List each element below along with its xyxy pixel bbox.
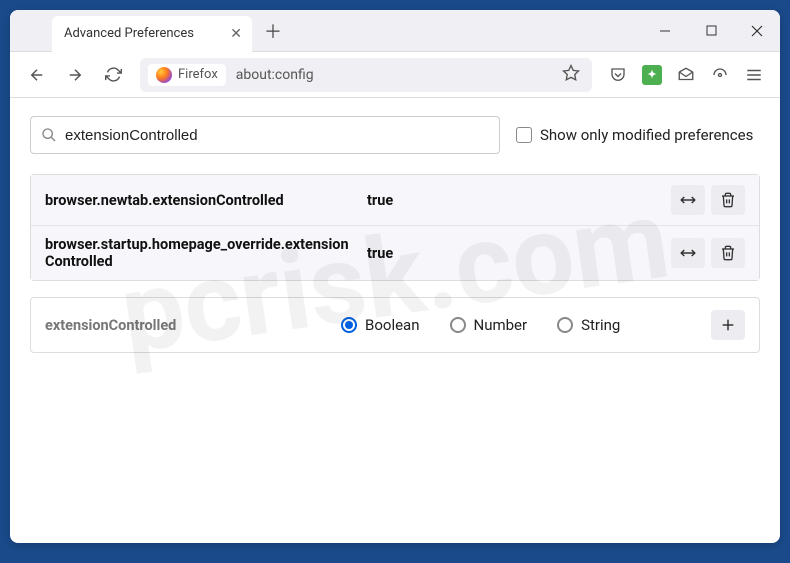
- radio-icon: [557, 317, 573, 333]
- window-controls: [642, 10, 780, 52]
- pref-search-box[interactable]: [30, 116, 500, 154]
- toolbar-icons: ✦: [602, 59, 770, 91]
- minimize-button[interactable]: [642, 10, 688, 52]
- toggle-icon: [679, 244, 697, 262]
- about-config-content: Show only modified preferences browser.n…: [10, 98, 780, 371]
- delete-button[interactable]: [711, 185, 745, 215]
- pref-name: browser.newtab.extensionControlled: [45, 192, 355, 209]
- pref-actions: [671, 185, 745, 215]
- bookmark-star-icon[interactable]: [558, 60, 584, 90]
- pref-row: browser.startup.homepage_override.extens…: [31, 226, 759, 280]
- toggle-button[interactable]: [671, 238, 705, 268]
- extension-icon[interactable]: ✦: [636, 59, 668, 91]
- radio-icon: [450, 317, 466, 333]
- forward-button[interactable]: [58, 58, 92, 92]
- titlebar: Advanced Preferences ✕ ＋: [10, 10, 780, 52]
- close-window-button[interactable]: [734, 10, 780, 52]
- tab-title: Advanced Preferences: [64, 26, 194, 41]
- checkbox-icon: [516, 127, 532, 143]
- radio-number[interactable]: Number: [450, 316, 528, 334]
- pref-search-input[interactable]: [65, 127, 489, 144]
- shield-icon[interactable]: [704, 59, 736, 91]
- show-modified-label: Show only modified preferences: [540, 126, 753, 144]
- type-radio-group: Boolean Number String: [341, 316, 695, 334]
- url-text: about:config: [236, 67, 558, 83]
- delete-button[interactable]: [711, 238, 745, 268]
- back-button[interactable]: [20, 58, 54, 92]
- pocket-icon[interactable]: [602, 59, 634, 91]
- maximize-button[interactable]: [688, 10, 734, 52]
- close-tab-icon[interactable]: ✕: [230, 26, 242, 42]
- add-pref-name: extensionControlled: [45, 317, 325, 334]
- firefox-logo-icon: [156, 67, 172, 83]
- pref-list: browser.newtab.extensionControlled true …: [30, 174, 760, 281]
- radio-boolean[interactable]: Boolean: [341, 316, 420, 334]
- add-pref-row: extensionControlled Boolean Number Strin…: [31, 298, 759, 352]
- inbox-icon[interactable]: [670, 59, 702, 91]
- pref-actions: [671, 238, 745, 268]
- menu-icon[interactable]: [738, 59, 770, 91]
- search-row: Show only modified preferences: [30, 116, 760, 154]
- identity-label: Firefox: [178, 67, 218, 82]
- radio-label: Boolean: [365, 316, 420, 334]
- pref-row: browser.newtab.extensionControlled true: [31, 175, 759, 226]
- pref-value: true: [367, 245, 659, 262]
- show-modified-checkbox[interactable]: Show only modified preferences: [516, 126, 753, 144]
- new-tab-button[interactable]: ＋: [258, 16, 288, 46]
- radio-label: String: [581, 316, 620, 334]
- radio-icon: [341, 317, 357, 333]
- plus-icon: [720, 317, 736, 333]
- search-icon: [41, 127, 57, 143]
- navigation-toolbar: Firefox about:config ✦: [10, 52, 780, 98]
- toggle-icon: [679, 191, 697, 209]
- radio-label: Number: [474, 316, 528, 334]
- browser-window: Advanced Preferences ✕ ＋: [10, 10, 780, 543]
- add-button[interactable]: [711, 310, 745, 340]
- toggle-button[interactable]: [671, 185, 705, 215]
- pref-name: browser.startup.homepage_override.extens…: [45, 236, 355, 270]
- reload-button[interactable]: [96, 58, 130, 92]
- add-pref-section: extensionControlled Boolean Number Strin…: [30, 297, 760, 353]
- trash-icon: [720, 192, 736, 208]
- radio-string[interactable]: String: [557, 316, 620, 334]
- identity-box[interactable]: Firefox: [148, 64, 226, 86]
- pref-value: true: [367, 192, 659, 209]
- trash-icon: [720, 245, 736, 261]
- address-bar[interactable]: Firefox about:config: [140, 58, 592, 92]
- active-tab[interactable]: Advanced Preferences ✕: [52, 16, 252, 52]
